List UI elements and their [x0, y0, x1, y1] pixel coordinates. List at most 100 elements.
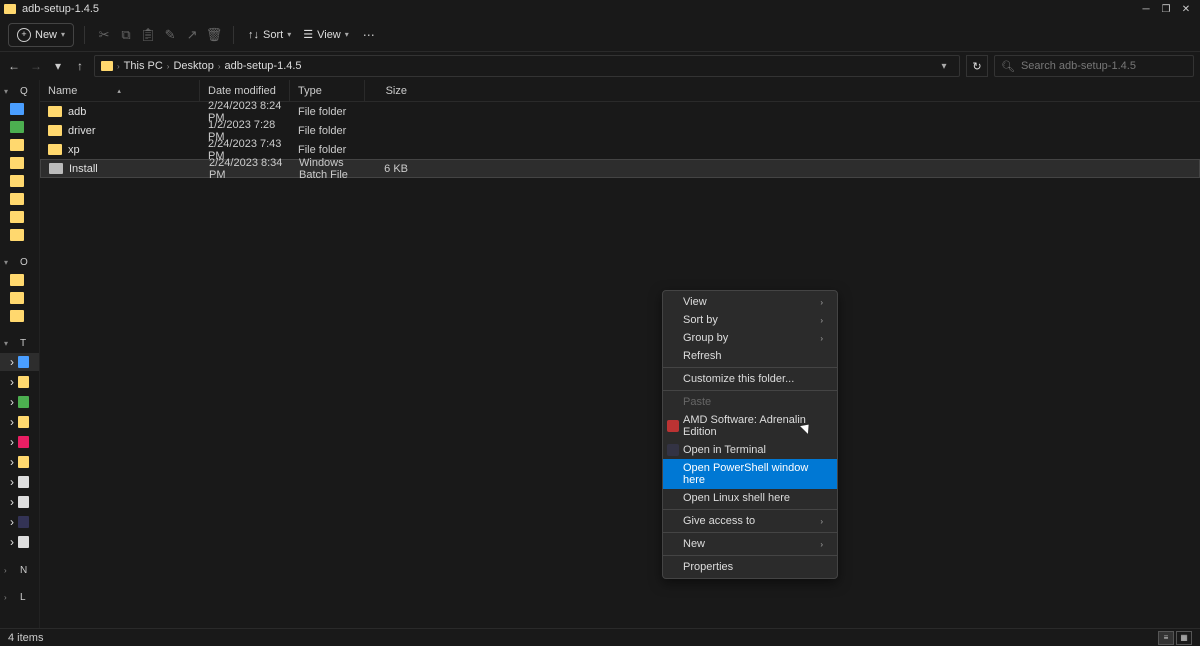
menu-linux-shell[interactable]: Open Linux shell here — [663, 489, 837, 507]
sidebar-item[interactable] — [0, 155, 39, 171]
address-dropdown[interactable]: ▾ — [935, 61, 953, 72]
sidebar-item[interactable] — [0, 227, 39, 243]
rename-icon[interactable]: ✎ — [161, 26, 179, 44]
menu-amd[interactable]: AMD Software: Adrenalin Edition — [663, 411, 837, 441]
sidebar-item[interactable]: › — [0, 513, 39, 531]
view-label: View — [317, 29, 341, 41]
file-type: File folder — [290, 106, 365, 118]
sidebar-item[interactable]: › — [0, 493, 39, 511]
amd-icon — [667, 420, 679, 432]
file-row[interactable]: Install2/24/2023 8:34 PMWindows Batch Fi… — [40, 159, 1200, 178]
menu-new[interactable]: New› — [663, 535, 837, 553]
sidebar-item[interactable]: › — [0, 373, 39, 391]
folder-icon — [18, 376, 29, 388]
menu-customize[interactable]: Customize this folder... — [663, 370, 837, 388]
sidebar-network[interactable]: ›N — [0, 563, 39, 578]
search-icon: 🔍︎ — [1001, 60, 1015, 73]
sidebar-item[interactable] — [0, 119, 39, 135]
search-input[interactable]: 🔍︎ Search adb-setup-1.4.5 — [994, 55, 1194, 77]
sidebar-linux[interactable]: ›L — [0, 590, 39, 605]
close-button[interactable]: ✕ — [1176, 4, 1196, 15]
cut-icon[interactable]: ✂ — [95, 26, 113, 44]
menu-properties[interactable]: Properties — [663, 558, 837, 576]
paste-icon[interactable]: 📋︎ — [139, 26, 157, 44]
large-icons-button[interactable]: ▦ — [1176, 631, 1192, 645]
sidebar-quick-access[interactable]: ▾Q — [0, 84, 39, 99]
col-type[interactable]: Type — [290, 80, 365, 101]
new-button[interactable]: + New ▾ — [8, 23, 74, 47]
sidebar-item[interactable] — [0, 101, 39, 117]
divider — [233, 26, 234, 44]
menu-separator — [663, 555, 837, 556]
share-icon[interactable]: ↗ — [183, 26, 201, 44]
chevron-right-icon: › — [820, 540, 823, 549]
more-button[interactable]: ⋯ — [357, 28, 382, 42]
sort-icon: ↑↓ — [248, 29, 259, 41]
menu-separator — [663, 509, 837, 510]
col-name[interactable]: Name▴ — [40, 80, 200, 101]
menu-view[interactable]: View› — [663, 293, 837, 311]
sidebar-item[interactable] — [0, 308, 39, 324]
sidebar-item[interactable] — [0, 137, 39, 153]
breadcrumb-root[interactable]: This PC — [124, 60, 163, 72]
delete-icon[interactable]: 🗑︎ — [205, 26, 223, 44]
copy-icon[interactable]: ⧉ — [117, 26, 135, 44]
sort-asc-icon: ▴ — [117, 87, 121, 95]
menu-separator — [663, 532, 837, 533]
breadcrumb-leaf[interactable]: adb-setup-1.4.5 — [225, 60, 302, 72]
file-name: driver — [68, 125, 96, 137]
back-button[interactable]: ← — [6, 59, 22, 73]
sidebar-item[interactable]: › — [0, 453, 39, 471]
breadcrumb-mid[interactable]: Desktop — [173, 60, 213, 72]
chevron-right-icon: › — [820, 517, 823, 526]
file-list-area[interactable]: Name▴ Date modified Type Size adb2/24/20… — [40, 80, 1200, 628]
folder-icon — [101, 61, 113, 71]
sidebar-item[interactable]: › — [0, 353, 39, 371]
sidebar-item[interactable] — [0, 209, 39, 225]
menu-sort-by[interactable]: Sort by› — [663, 311, 837, 329]
recent-button[interactable]: ▾ — [50, 59, 66, 73]
refresh-button[interactable]: ↻ — [966, 55, 988, 77]
address-bar[interactable]: › This PC › Desktop › adb-setup-1.4.5 ▾ — [94, 55, 960, 77]
menu-group-by[interactable]: Group by› — [663, 329, 837, 347]
col-size[interactable]: Size — [365, 80, 415, 101]
divider — [84, 26, 85, 44]
menu-give-access[interactable]: Give access to› — [663, 512, 837, 530]
sidebar-item[interactable] — [0, 272, 39, 288]
details-view-button[interactable]: ≡ — [1158, 631, 1174, 645]
view-button[interactable]: ☰ View ▾ — [299, 26, 353, 43]
status-bar: 4 items ≡ ▦ — [0, 628, 1200, 646]
sidebar-item[interactable]: › — [0, 413, 39, 431]
sidebar-item[interactable]: › — [0, 533, 39, 551]
sidebar: ▾Q ▾O ▾T › › › › › › › › › › ›N ›L — [0, 80, 40, 628]
sidebar-this-pc[interactable]: ▾T — [0, 336, 39, 351]
folder-icon — [48, 106, 62, 117]
sidebar-item[interactable]: › — [0, 473, 39, 491]
maximize-button[interactable]: ❐ — [1156, 4, 1176, 15]
sidebar-item[interactable] — [0, 290, 39, 306]
drive-icon — [18, 516, 29, 528]
chevron-down-icon: ▾ — [287, 30, 291, 39]
file-date: 2/24/2023 8:34 PM — [201, 157, 291, 181]
sidebar-item[interactable]: › — [0, 433, 39, 451]
file-name: xp — [68, 144, 80, 156]
menu-refresh[interactable]: Refresh — [663, 347, 837, 365]
col-date[interactable]: Date modified — [200, 80, 290, 101]
chevron-right-icon: › — [218, 62, 221, 71]
menu-terminal[interactable]: Open in Terminal — [663, 441, 837, 459]
sidebar-item[interactable] — [0, 191, 39, 207]
terminal-icon — [667, 444, 679, 456]
forward-button[interactable]: → — [28, 59, 44, 73]
folder-icon — [10, 274, 24, 286]
up-button[interactable]: ↑ — [72, 59, 88, 73]
sort-button[interactable]: ↑↓ Sort ▾ — [244, 27, 295, 43]
minimize-button[interactable]: ─ — [1136, 4, 1156, 15]
sidebar-item[interactable]: › — [0, 393, 39, 411]
folder-icon — [4, 4, 16, 14]
download-icon — [10, 121, 24, 133]
desktop-icon — [18, 356, 29, 368]
menu-powershell[interactable]: Open PowerShell window here — [663, 459, 837, 489]
sidebar-onedrive[interactable]: ▾O — [0, 255, 39, 270]
sidebar-item[interactable] — [0, 173, 39, 189]
status-item-count: 4 items — [8, 632, 43, 644]
